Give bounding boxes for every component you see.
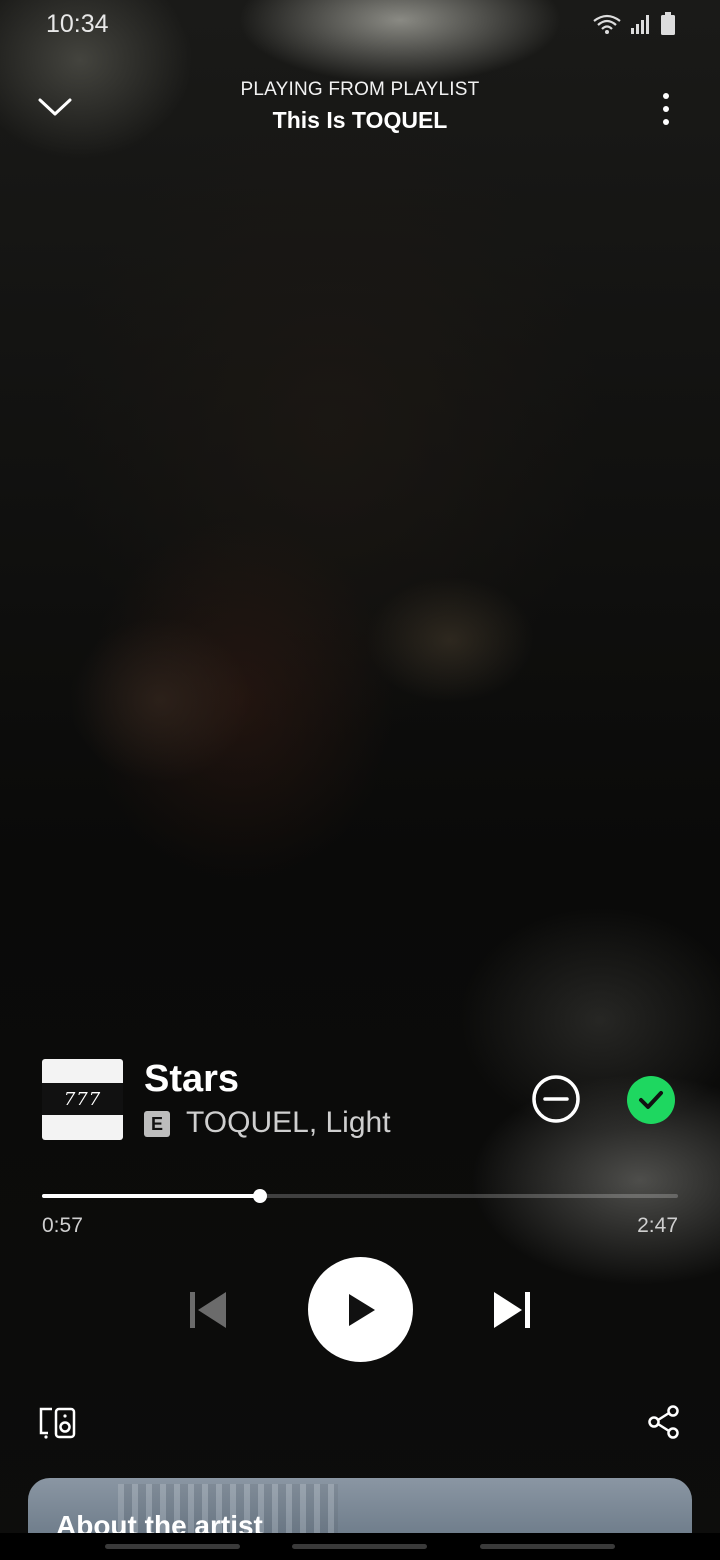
context-title: This Is TOQUEL [272, 107, 448, 133]
album-art-text: 777 [63, 1088, 102, 1110]
wifi-icon [593, 14, 621, 34]
check-circle-icon [627, 1076, 675, 1124]
previous-button[interactable] [186, 1288, 230, 1332]
track-info: 777 Stars E TOQUEL, Light [42, 1058, 682, 1141]
play-icon [348, 1293, 375, 1326]
status-bar: 10:34 [0, 0, 720, 52]
more-vertical-icon [663, 93, 669, 125]
share-icon [648, 1405, 679, 1439]
progress-fill [42, 1194, 260, 1198]
status-time: 10:34 [46, 10, 109, 38]
nav-handle-right[interactable] [480, 1544, 615, 1549]
time-elapsed: 0:57 [42, 1214, 83, 1237]
remove-button[interactable] [531, 1074, 581, 1124]
signal-icon [631, 15, 649, 34]
connect-devices-icon [39, 1407, 76, 1439]
about-artist-card[interactable]: About the artist [28, 1478, 692, 1538]
playing-context[interactable]: PLAYING FROM PLAYLIST This Is TOQUEL [160, 79, 560, 134]
nav-handle-left[interactable] [105, 1544, 240, 1549]
minus-circle-icon [532, 1075, 580, 1123]
progress-knob[interactable] [252, 1189, 267, 1203]
share-button[interactable] [646, 1404, 682, 1440]
system-nav-bar [0, 1533, 720, 1560]
skip-previous-icon [190, 1292, 226, 1328]
track-artists[interactable]: TOQUEL, Light [186, 1106, 391, 1140]
liked-button[interactable] [626, 1075, 676, 1125]
time-total: 2:47 [637, 1214, 678, 1237]
context-label: PLAYING FROM PLAYLIST [240, 79, 480, 100]
connect-devices-button[interactable] [38, 1403, 78, 1443]
nav-handle-center[interactable] [292, 1544, 427, 1549]
explicit-badge: E [144, 1111, 170, 1137]
collapse-button[interactable] [36, 92, 74, 122]
next-button[interactable] [490, 1288, 534, 1332]
status-icons [592, 12, 676, 36]
album-art[interactable]: 777 [42, 1059, 123, 1140]
player-header: PLAYING FROM PLAYLIST This Is TOQUEL [0, 70, 720, 150]
skip-next-icon [494, 1292, 530, 1328]
track-title[interactable]: Stars [144, 1058, 239, 1101]
more-options-button[interactable] [656, 90, 676, 128]
chevron-down-icon [38, 98, 72, 116]
progress-slider[interactable] [42, 1186, 678, 1206]
play-button[interactable] [308, 1257, 413, 1362]
battery-icon [661, 12, 675, 35]
